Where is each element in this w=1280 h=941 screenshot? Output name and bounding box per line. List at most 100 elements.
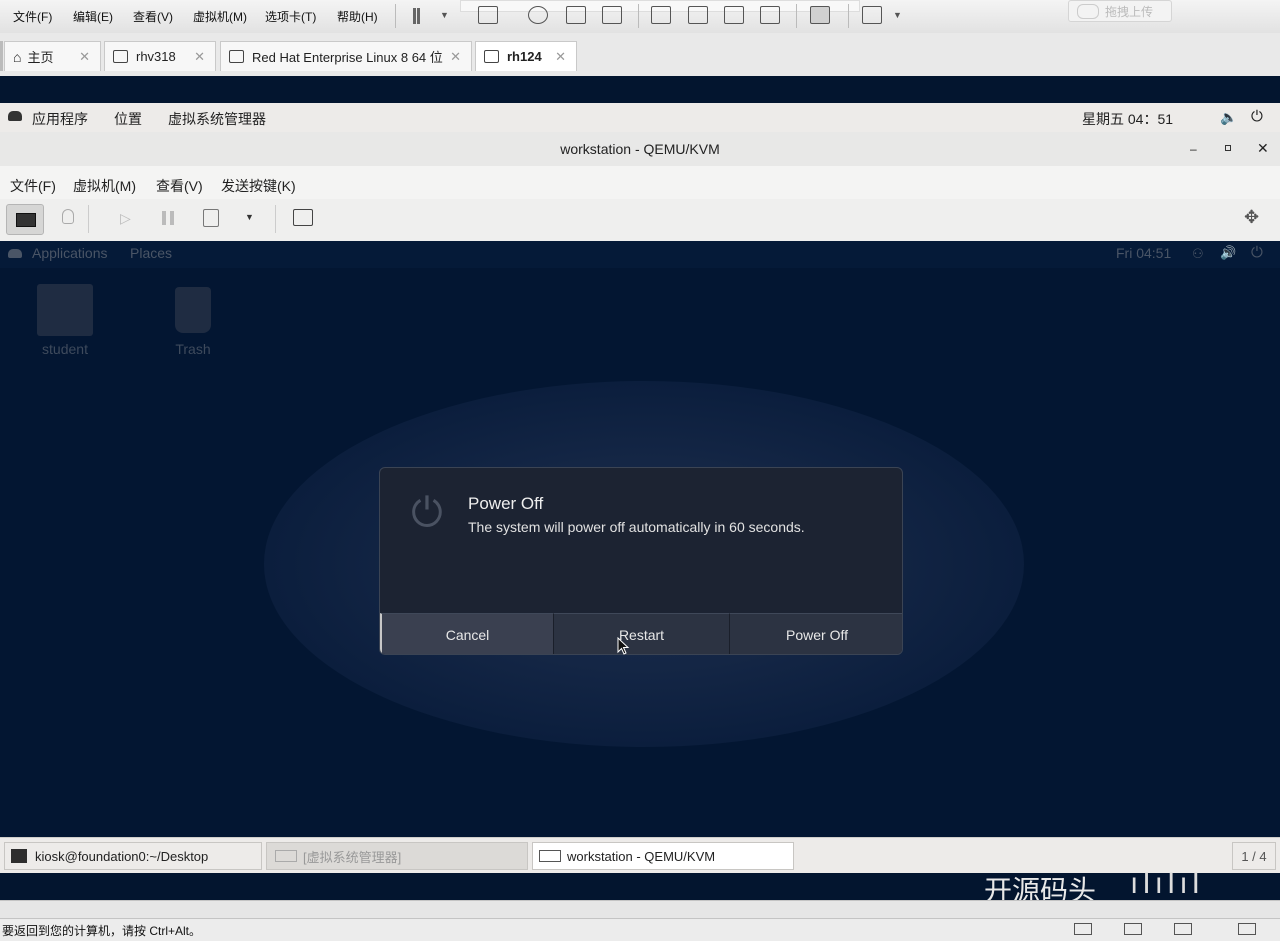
host-applications-menu[interactable]: 应用程序 — [32, 109, 88, 129]
volume-icon[interactable]: 🔊 — [1220, 245, 1236, 261]
upload-label: 拖拽上传 — [1105, 4, 1154, 19]
network-adapter-icon[interactable] — [1124, 923, 1142, 935]
viewer-menu-file[interactable]: 文件(F) — [10, 176, 56, 196]
snapshot-revert-icon[interactable] — [528, 6, 548, 24]
run-icon[interactable]: ▷ — [120, 210, 131, 227]
viewer-menu-vm[interactable]: 虚拟机(M) — [73, 176, 136, 196]
upload-button[interactable]: 拖拽上传 — [1068, 0, 1172, 22]
horizontal-scrollbar[interactable] — [0, 900, 1280, 919]
console-view-icon[interactable] — [810, 6, 830, 24]
shutdown-icon[interactable] — [203, 209, 219, 227]
chevron-down-icon[interactable]: ▼ — [440, 10, 449, 20]
guest-screen[interactable]: Applications Places Fri 04:51 ⚇ 🔊 ⏻ stud… — [0, 241, 1280, 837]
minimize-icon[interactable]: – — [1190, 142, 1197, 156]
send-ctrl-alt-del-icon[interactable] — [478, 6, 498, 24]
taskbar-item-label: workstation - QEMU/KVM — [567, 848, 716, 864]
vmware-menu-view[interactable]: 查看(V) — [133, 8, 173, 25]
chevron-down-icon[interactable]: ▼ — [245, 212, 254, 222]
pause-icon[interactable] — [413, 8, 420, 24]
tab-label: rhv318 — [136, 49, 176, 64]
redhat-icon — [8, 111, 22, 121]
guest-places-menu[interactable]: Places — [130, 245, 172, 261]
guest-applications-menu[interactable]: Applications — [32, 245, 108, 261]
taskbar-item-terminal[interactable]: kiosk@foundation0:~/Desktop — [4, 842, 262, 870]
power-off-button[interactable]: Power Off — [730, 613, 902, 654]
close-icon[interactable]: ✕ — [79, 49, 90, 65]
viewer-menu-view[interactable]: 查看(V) — [156, 176, 203, 196]
vmware-menu-help[interactable]: 帮助(H) — [337, 8, 378, 25]
host-places-menu[interactable]: 位置 — [114, 109, 142, 129]
mouse-cursor-icon — [617, 637, 630, 655]
vmm-icon — [275, 850, 297, 862]
vm-running-icon — [484, 50, 499, 63]
tab-home[interactable]: ⌂ 主页 ✕ — [4, 41, 101, 71]
usb-icon[interactable] — [1174, 923, 1192, 935]
vm-icon — [113, 50, 128, 63]
fullscreen-move-icon[interactable]: ✥ — [1244, 207, 1259, 228]
cloud-icon — [1077, 3, 1099, 19]
fullscreen-icon[interactable] — [724, 6, 744, 24]
power-off-dialog: ⏻ Power Off The system will power off au… — [379, 467, 903, 655]
vmware-menu-file[interactable]: 文件(F) — [13, 8, 52, 25]
power-icon[interactable]: ⏻ — [1251, 244, 1263, 261]
host-vmm-menu[interactable]: 虚拟系统管理器 — [168, 109, 266, 129]
desktop-icon-label: student — [42, 341, 88, 357]
monitor-icon — [16, 213, 36, 227]
maximize-icon[interactable] — [1225, 145, 1231, 151]
close-icon[interactable]: ✕ — [450, 49, 461, 65]
close-icon[interactable]: ✕ — [555, 49, 566, 65]
network-icon[interactable]: ⚇ — [1192, 246, 1204, 262]
hdd-icon[interactable] — [1074, 923, 1092, 935]
tab-rhv318[interactable]: rhv318 ✕ — [104, 41, 216, 71]
host-clock[interactable]: 星期五 04：51 — [1082, 109, 1173, 129]
snapshot-icon[interactable] — [566, 6, 586, 24]
guest-clock[interactable]: Fri 04:51 — [1116, 245, 1171, 261]
vmware-statusbar: 要返回到您的计算机，请按 Ctrl+Alt。 — [0, 918, 1280, 941]
close-icon[interactable]: ✕ — [1257, 140, 1269, 157]
display-icon[interactable] — [1238, 923, 1256, 935]
unity-icon[interactable] — [760, 6, 780, 24]
vmware-menu-vm[interactable]: 虚拟机(M) — [193, 8, 247, 25]
viewer-title: workstation - QEMU/KVM — [560, 141, 720, 157]
console-border-bottom: 开源码头 ıIıIıI — [0, 867, 1280, 907]
snapshots-icon[interactable] — [293, 209, 313, 226]
power-icon: ⏻ — [411, 491, 443, 535]
taskbar-item-label: kiosk@foundation0:~/Desktop — [35, 848, 209, 864]
vmware-menu-edit[interactable]: 编辑(E) — [73, 8, 113, 25]
terminal-icon — [11, 849, 27, 863]
trash-icon — [175, 287, 211, 333]
tab-label: 主页 — [27, 50, 54, 65]
console-button[interactable] — [6, 204, 44, 235]
taskbar-item-workstation[interactable]: workstation - QEMU/KVM — [532, 842, 794, 870]
restart-button[interactable]: Restart — [554, 613, 730, 654]
tab-rh124[interactable]: rh124 ✕ — [475, 41, 577, 71]
viewer-titlebar: workstation - QEMU/KVM – ✕ — [0, 132, 1280, 167]
viewer-toolbar: ▷ ▼ ✥ — [0, 199, 1280, 242]
vmware-menu-tabs[interactable]: 选项卡(T) — [265, 8, 316, 25]
tab-label: Red Hat Enterprise Linux 8 64 位 — [252, 50, 443, 65]
stretch-icon[interactable] — [862, 6, 882, 24]
pause-icon[interactable] — [162, 211, 174, 225]
details-lightbulb-icon[interactable] — [62, 209, 74, 224]
chevron-down-icon[interactable]: ▼ — [893, 10, 902, 20]
dialog-title: Power Off — [468, 494, 544, 513]
snapshot-manager-icon[interactable] — [602, 6, 622, 24]
viewer-menubar: 文件(F) 虚拟机(M) 查看(V) 发送按键(K) — [0, 166, 1280, 199]
desktop-icon-trash[interactable]: Trash — [148, 281, 238, 361]
desktop-icon-label: Trash — [175, 341, 211, 357]
view-thumbnail-icon[interactable] — [688, 6, 708, 24]
taskbar-item-vmm[interactable]: [虚拟系统管理器] — [266, 842, 528, 870]
view-library-icon[interactable] — [651, 6, 671, 24]
vmware-tabbar: ⌂ 主页 ✕ rhv318 ✕ Red Hat Enterprise Linux… — [0, 33, 1280, 77]
volume-icon[interactable]: 🔈 — [1220, 109, 1237, 126]
viewer-menu-sendkey[interactable]: 发送按键(K) — [221, 176, 296, 196]
console-border-top — [0, 76, 1280, 103]
redhat-icon — [8, 249, 22, 258]
tab-rhel8[interactable]: Red Hat Enterprise Linux 8 64 位 ✕ — [220, 41, 472, 71]
cancel-button[interactable]: Cancel — [380, 613, 554, 654]
workspace-switcher[interactable]: 1 / 4 — [1232, 842, 1276, 870]
power-icon[interactable]: ⏻ — [1251, 108, 1263, 125]
desktop-icon-student[interactable]: student — [20, 281, 110, 361]
close-icon[interactable]: ✕ — [194, 49, 205, 65]
status-text: 要返回到您的计算机，请按 Ctrl+Alt。 — [2, 924, 202, 938]
